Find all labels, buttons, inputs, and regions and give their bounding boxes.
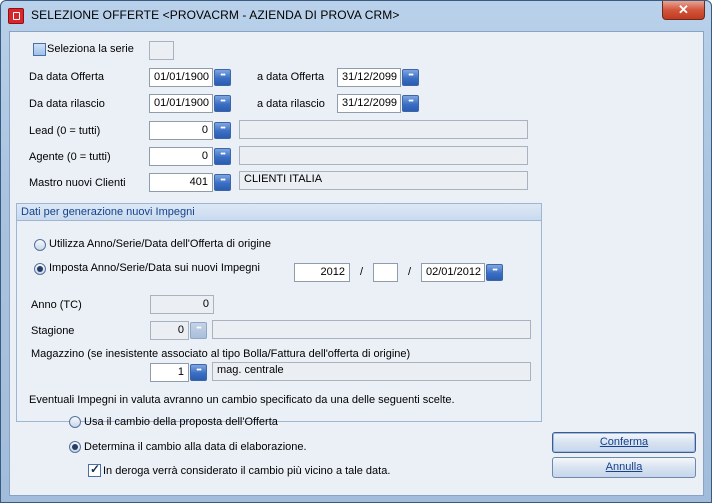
from-offer-date-field[interactable]: 01/01/1900 [149, 68, 213, 87]
cancel-button[interactable]: Annulla [552, 457, 696, 478]
lookup-icon[interactable] [190, 364, 207, 381]
separator: / [360, 266, 364, 278]
stagione-label: Stagione [31, 325, 75, 337]
magazzino-description: mag. centrale [212, 362, 531, 381]
new-commitments-group: Dati per generazione nuovi Impegni Utili… [16, 203, 542, 422]
agent-description [239, 146, 528, 165]
serie-field[interactable] [373, 263, 398, 282]
group-title: Dati per generazione nuovi Impegni [21, 206, 195, 218]
calendar-icon[interactable] [402, 95, 419, 112]
from-offer-date-label: Da data Offerta [29, 71, 105, 83]
lookup-icon [190, 322, 207, 339]
new-clients-master-field[interactable]: 401 [149, 173, 213, 192]
calendar-icon[interactable] [402, 69, 419, 86]
anno-tc-field: 0 [150, 295, 214, 314]
calendar-icon[interactable] [486, 264, 503, 281]
date-field[interactable]: 02/01/2012 [421, 263, 485, 282]
close-icon: ✕ [678, 2, 689, 17]
set-new-commitments-label: Imposta Anno/Serie/Data sui nuovi Impegn… [49, 262, 260, 274]
use-origin-offer-radio[interactable] [34, 239, 46, 251]
close-button[interactable]: ✕ [662, 1, 705, 20]
dialog-window: SELEZIONE OFFERTE <PROVACRM - AZIENDA DI… [0, 0, 712, 503]
to-release-date-field[interactable]: 31/12/2099 [337, 94, 401, 113]
agent-label: Agente (0 = tutti) [29, 151, 111, 163]
calendar-icon[interactable] [214, 95, 231, 112]
processing-date-rate-label: Determina il cambio alla data di elabora… [84, 441, 307, 453]
magazzino-label: Magazzino (se inesistente associato al t… [31, 348, 411, 360]
new-clients-master-description: CLIENTI ITALIA [239, 171, 528, 190]
anno-tc-label: Anno (TC) [31, 299, 82, 311]
calendar-icon[interactable] [214, 69, 231, 86]
dialog-body: Seleziona la serie Da data Offerta 01/01… [9, 31, 704, 496]
lead-field[interactable]: 0 [149, 121, 213, 140]
stagione-field: 0 [150, 321, 189, 340]
lookup-icon[interactable] [214, 122, 231, 139]
lookup-icon[interactable] [214, 148, 231, 165]
to-offer-date-label: a data Offerta [257, 71, 325, 83]
to-offer-date-field[interactable]: 31/12/2099 [337, 68, 401, 87]
confirm-label: Conferma [599, 436, 649, 448]
from-release-date-field[interactable]: 01/01/1900 [149, 94, 213, 113]
nearest-rate-label: In deroga verrà considerato il cambio pi… [103, 465, 391, 477]
cancel-label: Annulla [605, 461, 643, 473]
nearest-rate-checkbox[interactable] [88, 462, 101, 477]
use-origin-offer-label: Utilizza Anno/Serie/Data dell'Offerta di… [49, 238, 272, 250]
select-series-label: Seleziona la serie [47, 43, 134, 55]
currency-intro: Eventuali Impegni in valuta avranno un c… [29, 394, 455, 406]
stagione-description [212, 320, 531, 339]
set-new-commitments-radio[interactable] [34, 263, 46, 275]
lead-label: Lead (0 = tutti) [29, 125, 101, 137]
offer-rate-radio[interactable] [69, 416, 81, 428]
magazzino-field[interactable]: 1 [150, 363, 189, 382]
lookup-icon[interactable] [214, 174, 231, 191]
group-header: Dati per generazione nuovi Impegni [17, 204, 541, 221]
year-field[interactable]: 2012 [294, 263, 350, 282]
offer-rate-label: Usa il cambio della proposta dell'Offert… [84, 416, 278, 428]
series-field[interactable] [149, 41, 174, 60]
app-icon [8, 8, 24, 24]
from-release-date-label: Da data rilascio [29, 98, 105, 110]
processing-date-rate-radio[interactable] [69, 441, 81, 453]
confirm-button[interactable]: Conferma [552, 432, 696, 453]
to-release-date-label: a data rilascio [257, 98, 325, 110]
lead-description [239, 120, 528, 139]
agent-field[interactable]: 0 [149, 147, 213, 166]
new-clients-master-label: Mastro nuovi Clienti [29, 177, 126, 189]
select-series-checkbox[interactable] [33, 43, 46, 56]
separator: / [408, 266, 412, 278]
title-bar[interactable]: SELEZIONE OFFERTE <PROVACRM - AZIENDA DI… [1, 1, 711, 31]
window-title: SELEZIONE OFFERTE <PROVACRM - AZIENDA DI… [31, 8, 400, 22]
